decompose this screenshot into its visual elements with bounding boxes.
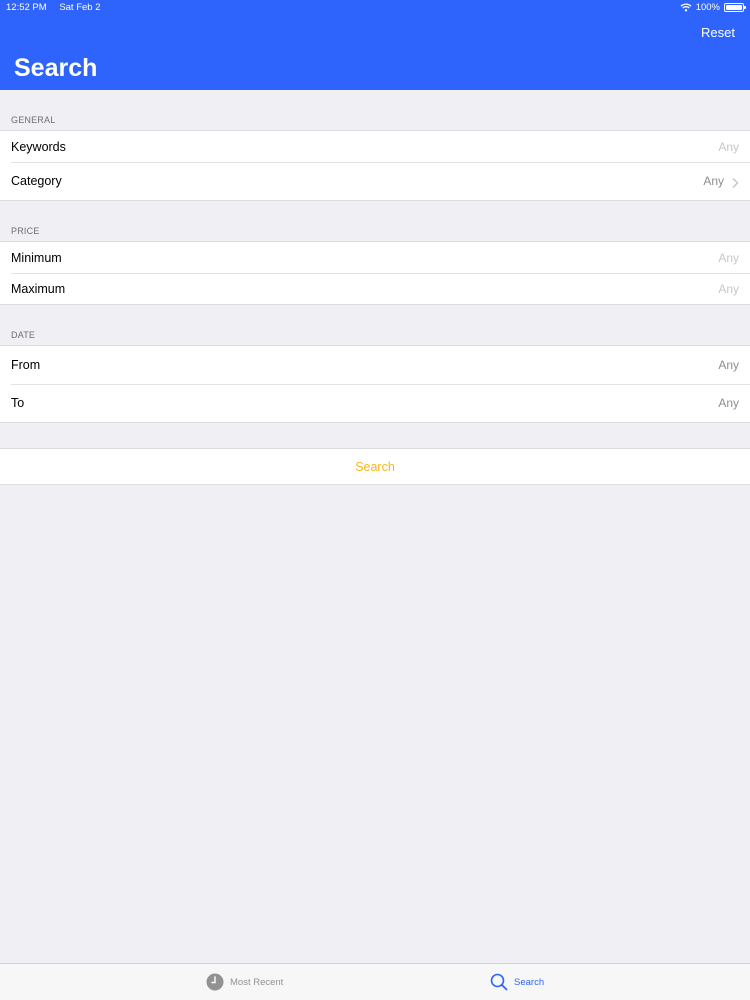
category-row[interactable]: Category Any bbox=[0, 162, 750, 200]
maximum-row[interactable]: Maximum Any bbox=[0, 273, 750, 304]
status-date: Sat Feb 2 bbox=[59, 2, 101, 13]
section-header-general: GENERAL bbox=[11, 115, 56, 125]
keywords-row[interactable]: Keywords Any bbox=[0, 131, 750, 162]
status-time: 12:52 PM bbox=[6, 2, 47, 13]
to-row[interactable]: To Any bbox=[0, 384, 750, 422]
search-icon bbox=[490, 973, 508, 991]
tab-most-recent-label: Most Recent bbox=[230, 976, 284, 988]
from-row[interactable]: From Any bbox=[0, 346, 750, 384]
tab-most-recent[interactable]: Most Recent bbox=[206, 964, 283, 1000]
search-button[interactable]: Search bbox=[0, 448, 750, 485]
status-bar: 12:52 PM Sat Feb 2 100% bbox=[0, 0, 750, 16]
search-button-label: Search bbox=[355, 459, 395, 474]
from-value[interactable]: Any bbox=[718, 358, 739, 372]
status-left: 12:52 PM Sat Feb 2 bbox=[6, 2, 111, 13]
status-right: 100% bbox=[680, 2, 746, 13]
category-value: Any bbox=[703, 174, 724, 188]
from-label: From bbox=[11, 358, 41, 372]
maximum-label: Maximum bbox=[11, 281, 66, 296]
to-label: To bbox=[11, 396, 25, 410]
chevron-right-icon bbox=[732, 176, 739, 189]
keywords-field[interactable]: Any bbox=[718, 140, 739, 154]
category-label: Category bbox=[11, 174, 62, 188]
to-value[interactable]: Any bbox=[718, 396, 739, 410]
page-title: Search bbox=[14, 54, 98, 82]
general-group: Keywords Any Category Any bbox=[0, 130, 750, 201]
tab-search[interactable]: Search bbox=[490, 964, 544, 1000]
reset-button[interactable]: Reset bbox=[701, 25, 735, 40]
minimum-label: Minimum bbox=[11, 250, 62, 265]
search-screen: 12:52 PM Sat Feb 2 100% Reset Search GEN… bbox=[0, 0, 750, 1000]
tab-bar: Most Recent Search bbox=[0, 963, 750, 1000]
wifi-icon bbox=[680, 3, 692, 12]
keywords-label: Keywords bbox=[11, 139, 66, 154]
section-header-price: PRICE bbox=[11, 226, 40, 236]
navigation-bar: 12:52 PM Sat Feb 2 100% Reset Search bbox=[0, 0, 750, 90]
maximum-field[interactable]: Any bbox=[718, 282, 739, 296]
battery-icon bbox=[724, 3, 746, 12]
price-group: Minimum Any Maximum Any bbox=[0, 241, 750, 305]
minimum-row[interactable]: Minimum Any bbox=[0, 242, 750, 273]
battery-level-fill bbox=[726, 5, 742, 10]
date-group: From Any To Any bbox=[0, 345, 750, 423]
section-header-date: DATE bbox=[11, 330, 36, 340]
battery-percent: 100% bbox=[695, 2, 720, 13]
tab-search-label: Search bbox=[514, 976, 545, 988]
minimum-field[interactable]: Any bbox=[718, 251, 739, 265]
clock-icon bbox=[206, 973, 224, 991]
